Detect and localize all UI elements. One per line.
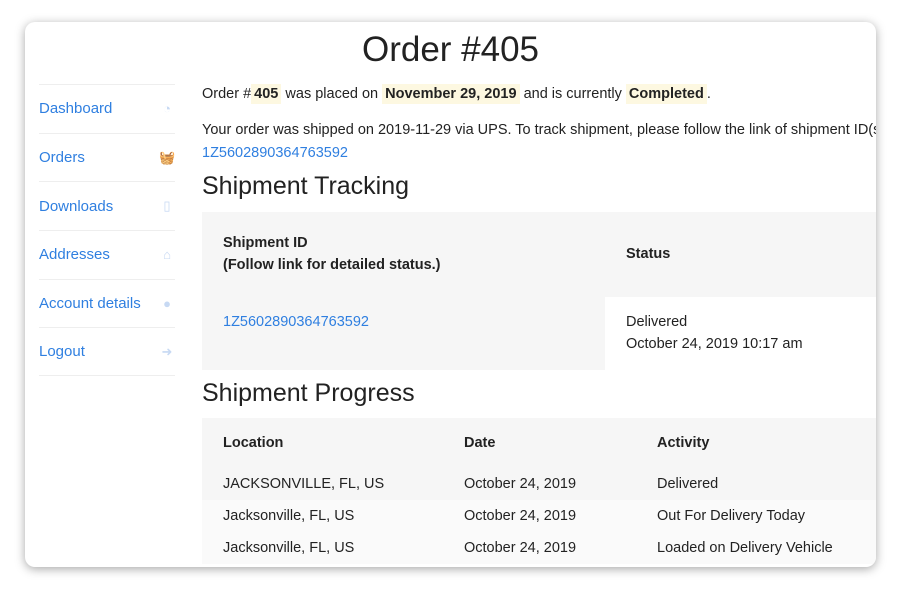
basket-icon: 🧺 — [159, 149, 176, 165]
column-header: Location — [223, 435, 284, 451]
sidebar-item-label: Logout — [39, 343, 85, 361]
shipment-id-link[interactable]: 1Z5602890364763592 — [202, 145, 348, 161]
sidebar-item-label: Addresses — [39, 246, 110, 264]
table-cell: Delivered — [657, 476, 719, 492]
window: Order #405 Dashboard ◔ Orders 🧺 Downloads ▯ Ad… — [25, 22, 876, 567]
sidebar: Dashboard ◔ Orders 🧺 Downloads ▯ Addresses ⌂ Acc… — [39, 84, 176, 377]
table-cell: Loaded on Delivery Vehicle — [657, 540, 833, 556]
table-cell: Jacksonville, FL, US — [223, 508, 355, 524]
table-row: Jacksonville, FL, US October 24, 2019 Load… — [202, 532, 876, 564]
dashboard-icon: ◔ — [163, 100, 171, 116]
sidebar-item-dashboard[interactable]: Dashboard ◔ — [39, 84, 175, 133]
sidebar-item-account-details[interactable]: Account details ● — [39, 278, 175, 328]
shipment-tracking-table: Shipment ID (Follow link for detailed sta… — [202, 212, 876, 370]
sign-out-icon: ➜ — [161, 343, 173, 359]
status-text: Delivered — [626, 314, 688, 330]
shipment-progress-table: Location Date Activity JACKSONVILLE, FL, US… — [202, 418, 876, 564]
table-cell: October 24, 2019 — [464, 508, 577, 524]
tracking-link[interactable]: 1Z5602890364763592 — [223, 311, 369, 333]
summary-text: and is currently — [523, 86, 622, 102]
shipping-text: Your order was shipped on 2019-11-29 via… — [202, 122, 876, 138]
sidebar-item-downloads[interactable]: Downloads ▯ — [39, 181, 175, 230]
table-row: Jacksonville, FL, US October 24, 2019 Out … — [202, 500, 876, 532]
column-header: Date — [464, 435, 496, 451]
order-number: 405 — [251, 84, 282, 104]
status-value: Delivered October 24, 2019 10:17 am — [626, 311, 803, 355]
status-time: October 24, 2019 10:17 am — [626, 336, 803, 352]
file-download-icon: ▯ — [163, 198, 171, 214]
table-cell: October 24, 2019 — [464, 476, 577, 492]
page-title: Order #405 — [361, 30, 540, 69]
home-icon: ⌂ — [163, 246, 171, 262]
order-summary: Order #405 was placed on November 29, 20… — [202, 84, 711, 104]
sidebar-item-orders[interactable]: Orders 🧺 — [39, 132, 176, 182]
shipment-progress-heading: Shipment Progress — [202, 379, 415, 407]
shipment-id-header: Shipment ID — [223, 235, 308, 251]
shipment-tracking-heading: Shipment Tracking — [202, 172, 410, 200]
order-date: November 29, 2019 — [382, 84, 520, 104]
summary-text: Order # — [202, 86, 252, 102]
summary-text: . — [706, 86, 711, 102]
table-cell: JACKSONVILLE, FL, US — [223, 476, 385, 492]
table-cell: Out For Delivery Today — [657, 508, 806, 524]
sidebar-item-label: Orders — [39, 149, 85, 167]
table-cell: October 24, 2019 — [464, 540, 577, 556]
order-status: Completed — [625, 84, 707, 104]
table-row: JACKSONVILLE, FL, US October 24, 2019 Deli… — [202, 468, 876, 500]
shipment-id-note: (Follow link for detailed status.) — [223, 257, 441, 273]
status-header: Status — [626, 246, 671, 262]
sidebar-item-addresses[interactable]: Addresses ⌂ — [39, 230, 175, 279]
user-icon: ● — [163, 295, 171, 311]
sidebar-item-label: Dashboard — [39, 100, 113, 118]
table-header: Location Date Activity — [202, 418, 876, 468]
sidebar-item-label: Downloads — [39, 197, 114, 215]
column-header: Activity — [657, 435, 710, 451]
sidebar-item-label: Account details — [39, 295, 141, 313]
table-cell: Jacksonville, FL, US — [223, 540, 355, 556]
column-header: Shipment ID (Follow link for detailed sta… — [223, 232, 441, 276]
summary-text: was placed on — [285, 86, 379, 102]
sidebar-item-logout[interactable]: Logout ➜ — [39, 327, 175, 377]
